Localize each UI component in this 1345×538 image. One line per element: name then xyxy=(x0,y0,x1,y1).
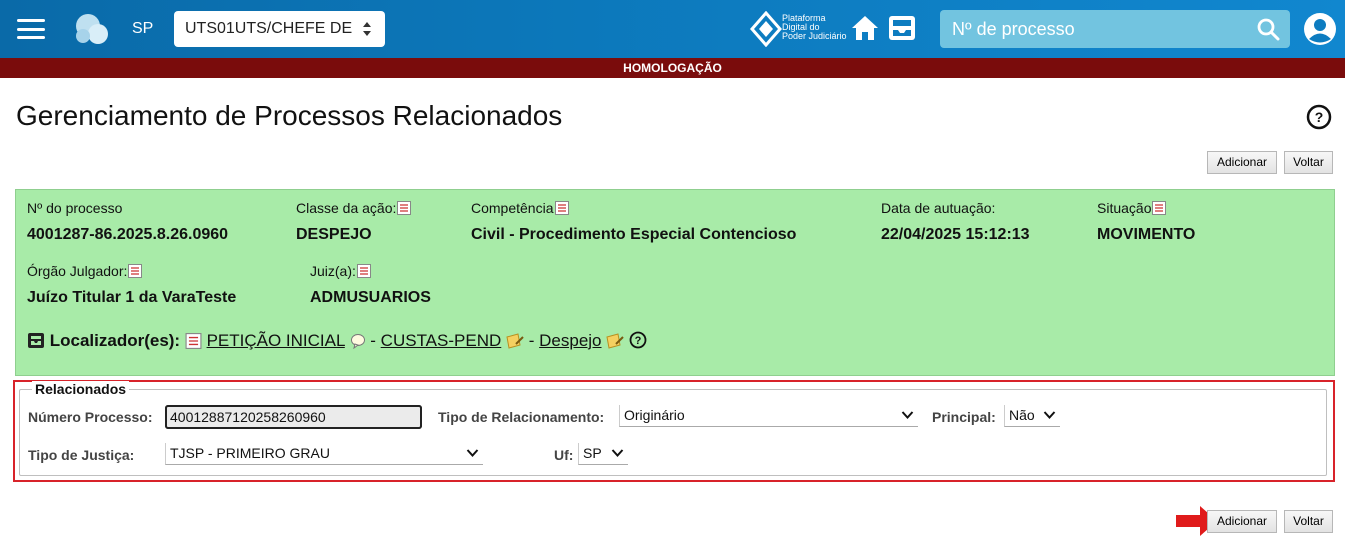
top-navigation-bar: SP UTS01UTS/CHEFE DE Plataforma Digital … xyxy=(0,0,1345,58)
process-search-box xyxy=(940,10,1290,48)
chevron-down-icon xyxy=(901,411,914,419)
status-value: MOVIMENTO xyxy=(1097,226,1196,243)
related-form-highlight: Relacionados Número Processo: 4001288712… xyxy=(13,380,1335,482)
judge-value: ADMUSUARIOS xyxy=(310,289,431,306)
relationship-type-select[interactable]: Originário xyxy=(619,405,918,427)
home-icon[interactable] xyxy=(850,13,880,43)
details-list-icon[interactable] xyxy=(128,264,143,278)
competence-label: Competência xyxy=(471,200,569,216)
status-label: Situação xyxy=(1097,200,1167,216)
app-logo-icon xyxy=(76,14,108,44)
add-button-bottom[interactable]: Adicionar xyxy=(1207,510,1277,533)
principal-label: Principal: xyxy=(932,409,996,425)
back-button-bottom[interactable]: Voltar xyxy=(1284,510,1333,533)
related-process-number-input[interactable]: 40012887120258260960 xyxy=(165,405,422,429)
process-info-panel: Nº do processo 4001287-86.2025.8.26.0960… xyxy=(15,189,1335,376)
process-number-label: Nº do processo xyxy=(27,200,123,216)
inbox-tray-icon xyxy=(28,333,44,348)
page-title: Gerenciamento de Processos Relacionados xyxy=(16,100,563,131)
locator-link-peticao[interactable]: PETIÇÃO INICIAL xyxy=(207,331,345,350)
related-legend: Relacionados xyxy=(32,381,130,397)
comment-bubble-icon[interactable] xyxy=(350,333,366,349)
pdpj-logo-text: Plataforma Digital do Poder Judiciário xyxy=(782,13,847,41)
details-list-icon[interactable] xyxy=(356,264,371,278)
uf-label: Uf: xyxy=(554,447,574,463)
svg-text:?: ? xyxy=(1315,109,1324,125)
unit-profile-select[interactable]: UTS01UTS/CHEFE DE xyxy=(174,11,385,47)
locator-link-despejo[interactable]: Despejo xyxy=(539,331,601,350)
justice-type-select[interactable]: TJSP - PRIMEIRO GRAU xyxy=(165,443,483,465)
search-icon[interactable] xyxy=(1256,17,1280,41)
chevron-down-icon xyxy=(1043,411,1056,419)
action-class-label: Classe da ação: xyxy=(296,200,412,216)
locators-line: Localizador(es): PETIÇÃO INICIAL - CUSTA… xyxy=(27,331,647,351)
svg-text:?: ? xyxy=(635,335,642,347)
relationship-type-label: Tipo de Relacionamento: xyxy=(438,409,605,425)
locator-link-custas[interactable]: CUSTAS-PEND xyxy=(381,331,502,350)
back-button-top[interactable]: Voltar xyxy=(1284,151,1333,174)
justice-type-value: TJSP - PRIMEIRO GRAU xyxy=(170,445,330,461)
chevron-down-icon xyxy=(466,449,479,457)
user-account-icon[interactable] xyxy=(1303,12,1337,46)
sort-arrows-icon xyxy=(363,22,371,36)
menu-icon[interactable] xyxy=(17,19,45,39)
action-class-value: DESPEJO xyxy=(296,226,372,243)
process-number-field-label: Número Processo: xyxy=(28,409,153,425)
filing-date-value: 22/04/2025 15:12:13 xyxy=(881,226,1030,243)
note-edit-icon[interactable] xyxy=(506,333,524,349)
state-code: SP xyxy=(132,20,154,37)
principal-select[interactable]: Não xyxy=(1004,405,1060,427)
court-value: Juízo Titular 1 da VaraTeste xyxy=(27,289,237,306)
justice-type-label: Tipo de Justiça: xyxy=(28,447,135,463)
competence-value: Civil - Procedimento Especial Contencios… xyxy=(471,226,797,243)
help-icon[interactable]: ? xyxy=(629,331,647,349)
help-icon[interactable]: ? xyxy=(1306,104,1332,130)
details-list-icon[interactable] xyxy=(185,333,202,349)
chevron-down-icon xyxy=(611,449,624,457)
note-edit-icon[interactable] xyxy=(606,333,624,349)
process-number-value: 4001287-86.2025.8.26.0960 xyxy=(27,226,229,243)
details-list-icon[interactable] xyxy=(554,201,569,215)
process-search-input[interactable] xyxy=(940,10,1240,48)
locators-label: Localizador(es): xyxy=(49,331,181,350)
details-list-icon[interactable] xyxy=(1152,201,1167,215)
principal-value: Não xyxy=(1009,407,1035,423)
judge-label: Juiz(a): xyxy=(310,263,371,279)
inbox-tray-icon[interactable] xyxy=(887,13,917,43)
uf-value: SP xyxy=(583,445,602,461)
unit-profile-value: UTS01UTS/CHEFE DE xyxy=(185,20,353,37)
relationship-type-value: Originário xyxy=(624,407,685,423)
environment-banner: HOMOLOGAÇÃO xyxy=(0,58,1345,78)
filing-date-label: Data de autuação: xyxy=(881,200,996,216)
related-fieldset: Relacionados Número Processo: 4001288712… xyxy=(19,381,1327,476)
add-button-top[interactable]: Adicionar xyxy=(1207,151,1277,174)
court-label: Órgão Julgador: xyxy=(27,263,143,279)
details-list-icon[interactable] xyxy=(397,201,412,215)
uf-select[interactable]: SP xyxy=(578,443,628,465)
